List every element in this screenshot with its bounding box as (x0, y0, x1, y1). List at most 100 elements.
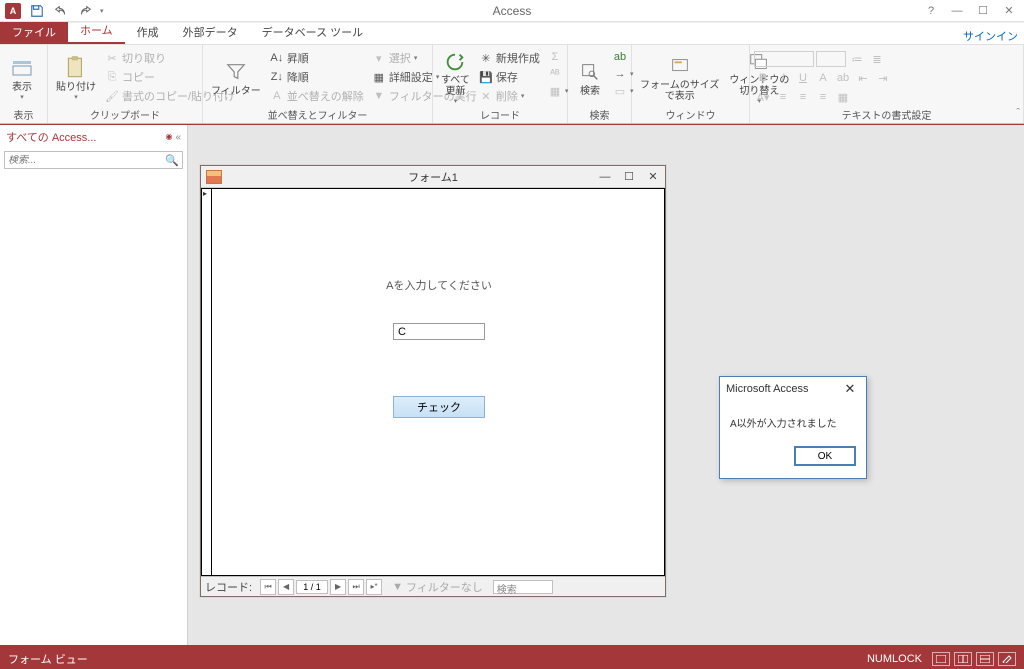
fill-color-icon[interactable]: A▾ (754, 89, 772, 105)
check-button[interactable]: チェック (393, 396, 485, 418)
record-position-input[interactable] (296, 580, 328, 594)
delete-icon: ✕ (479, 89, 493, 103)
font-color-icon[interactable]: A (814, 70, 832, 86)
undo-icon[interactable] (52, 2, 70, 20)
form-view-icon[interactable] (932, 652, 950, 666)
layout-view-icon[interactable] (976, 652, 994, 666)
number-list-icon[interactable]: ≣ (868, 51, 886, 67)
save-record-button[interactable]: 💾保存 (476, 68, 543, 86)
form-close-icon[interactable]: ✕ (641, 168, 665, 186)
dialog-close-icon[interactable]: ✕ (840, 381, 860, 397)
underline-icon[interactable]: U (794, 70, 812, 86)
filter-button[interactable]: フィルター (207, 47, 265, 107)
toggle-filter-icon: ▼ (372, 89, 386, 103)
delete-record-button[interactable]: ✕削除 ▾ (476, 87, 543, 105)
filter-label: フィルター (211, 86, 261, 97)
filter-off-icon: ▼ (392, 581, 403, 593)
find-group-label: 検索 (572, 107, 627, 121)
tab-file[interactable]: ファイル (0, 21, 68, 44)
bullet-list-icon[interactable]: ≔ (848, 51, 866, 67)
sort-asc-icon: A↓ (270, 51, 284, 65)
collapse-ribbon-icon[interactable]: ˆ (1016, 107, 1020, 119)
maximize-icon[interactable]: ☐ (972, 1, 994, 21)
tab-external-data[interactable]: 外部データ (171, 21, 250, 44)
find-icon (576, 58, 604, 86)
refresh-icon (441, 49, 469, 75)
gridlines-icon[interactable]: ▦ (834, 89, 852, 105)
filter-status: ▼ フィルターなし (386, 579, 489, 595)
font-size-selector[interactable] (816, 51, 846, 67)
qat-customize-icon[interactable]: ▾ (100, 7, 104, 15)
form-minimize-icon[interactable]: — (593, 168, 617, 186)
refresh-all-button[interactable]: すべて 更新 ▾ (437, 47, 474, 107)
nav-search[interactable]: 🔍 (4, 151, 183, 169)
form-text-input[interactable] (393, 323, 485, 340)
advanced-icon: ▦ (372, 70, 386, 84)
save-rec-icon: 💾 (479, 70, 493, 84)
sigma-icon: Σ (548, 50, 562, 64)
design-view-icon[interactable] (998, 652, 1016, 666)
italic-icon[interactable]: I (774, 70, 792, 86)
ribbon: 表示 ▾ 表示 貼り付け ▾ ✂切り取り ⎘コピー 🖌書式のコピー/貼り付け ク… (0, 44, 1024, 124)
sort-desc-button[interactable]: Z↓降順 (267, 68, 367, 86)
nav-new-icon[interactable]: ▸* (366, 579, 382, 595)
nav-collapse-icon[interactable]: « (175, 132, 181, 143)
search-icon[interactable]: 🔍 (165, 154, 179, 167)
font-selector[interactable] (754, 51, 814, 67)
view-icon (8, 54, 36, 82)
find-button[interactable]: 検索 (572, 47, 608, 107)
ribbon-tabs: ファイル ホーム 作成 外部データ データベース ツール サインイン (0, 22, 1024, 44)
nav-last-icon[interactable]: ⏭ (348, 579, 364, 595)
indent-left-icon[interactable]: ⇤ (854, 70, 872, 86)
align-center-icon[interactable]: ≡ (794, 89, 812, 105)
dialog-message: A以外が入力されました (720, 401, 866, 436)
align-right-icon[interactable]: ≡ (814, 89, 832, 105)
tab-database-tools[interactable]: データベース ツール (250, 21, 376, 44)
indent-right-icon[interactable]: ⇥ (874, 70, 892, 86)
redo-icon[interactable] (76, 2, 94, 20)
find-label: 検索 (580, 86, 600, 97)
form-titlebar[interactable]: フォーム1 — ☐ ✕ (201, 166, 665, 188)
abc-icon: ᴬᴮ (548, 67, 562, 81)
tab-home[interactable]: ホーム (68, 19, 125, 44)
paste-button[interactable]: 貼り付け ▾ (52, 47, 100, 107)
align-left-icon[interactable]: ≡ (774, 89, 792, 105)
close-icon[interactable]: ✕ (998, 1, 1020, 21)
record-selector[interactable] (202, 189, 212, 575)
form-window: フォーム1 — ☐ ✕ Aを入力してください チェック レコード: ⏮ (200, 165, 666, 597)
view-label: 表示 (12, 82, 32, 93)
datasheet-view-icon[interactable] (954, 652, 972, 666)
nav-first-icon[interactable]: ⏮ (260, 579, 276, 595)
window-group-label: ウィンドウ (636, 107, 745, 121)
nav-next-icon[interactable]: ▶ (330, 579, 346, 595)
nav-search-input[interactable] (8, 155, 165, 166)
form-maximize-icon[interactable]: ☐ (617, 168, 641, 186)
paste-label: 貼り付け (56, 82, 96, 93)
textfmt-group-label: テキストの書式設定 (754, 107, 1019, 121)
new-record-button[interactable]: ✳新規作成 (476, 49, 543, 67)
sign-in-link[interactable]: サインイン (963, 28, 1024, 44)
paste-icon (62, 54, 90, 82)
record-label: レコード: (205, 579, 252, 595)
save-icon[interactable] (28, 2, 46, 20)
record-navigator: レコード: ⏮ ◀ ▶ ⏭ ▸* ▼ フィルターなし 検索 (201, 576, 665, 596)
dialog-titlebar[interactable]: Microsoft Access ✕ (720, 377, 866, 401)
fit-form-button[interactable]: フォームのサイズ で表示 (636, 47, 723, 107)
nav-prev-icon[interactable]: ◀ (278, 579, 294, 595)
record-search-input[interactable]: 検索 (493, 580, 553, 594)
nav-pane-header[interactable]: すべての Access... ◉ « (0, 125, 187, 149)
filter-icon (222, 58, 250, 86)
minimize-icon[interactable]: — (946, 1, 968, 21)
clear-sort-button[interactable]: A並べ替えの解除 (267, 87, 367, 105)
sort-asc-button[interactable]: A↓昇順 (267, 49, 367, 67)
help-icon[interactable]: ? (920, 1, 942, 21)
highlight-icon[interactable]: ab (834, 70, 852, 86)
nav-dropdown-icon[interactable]: ◉ (165, 132, 172, 143)
tab-create[interactable]: 作成 (125, 21, 171, 44)
new-icon: ✳ (479, 51, 493, 65)
view-button[interactable]: 表示 ▾ (4, 47, 40, 107)
numlock-indicator: NUMLOCK (867, 653, 922, 665)
form-prompt-label: Aを入力してください (386, 277, 492, 293)
dialog-ok-button[interactable]: OK (794, 446, 856, 466)
bold-icon[interactable]: B (754, 70, 772, 86)
